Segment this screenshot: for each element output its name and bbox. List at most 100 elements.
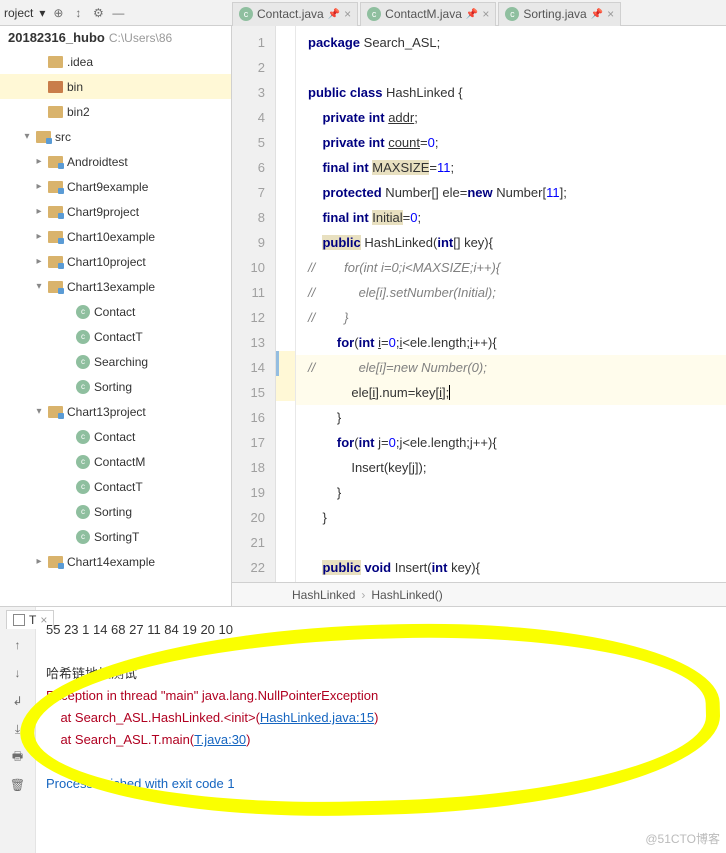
- tree-item[interactable]: cSorting: [0, 374, 231, 399]
- tree-item[interactable]: ▾ Chart13example: [0, 274, 231, 299]
- down-arrow-icon[interactable]: ↓: [10, 665, 26, 681]
- wrap-icon[interactable]: ↲: [10, 693, 26, 709]
- close-icon[interactable]: ×: [344, 7, 351, 21]
- editor-tab[interactable]: cSorting.java📌×: [498, 2, 621, 26]
- code-line[interactable]: public HashLinked(int[] key){: [296, 230, 726, 255]
- editor-tab[interactable]: cContact.java📌×: [232, 2, 358, 26]
- folder-icon: [48, 106, 63, 118]
- tree-item[interactable]: cContactT: [0, 324, 231, 349]
- code-line[interactable]: [296, 530, 726, 555]
- tree-item[interactable]: ▾src: [0, 124, 231, 149]
- tree-item[interactable]: bin2: [0, 99, 231, 124]
- chevron-icon[interactable]: ▸: [34, 181, 44, 192]
- code-line[interactable]: protected Number[] ele=new Number[11];: [296, 180, 726, 205]
- tree-item[interactable]: cContact: [0, 299, 231, 324]
- chevron-icon[interactable]: ▸: [34, 256, 44, 267]
- tree-item[interactable]: ▸ Androidtest: [0, 149, 231, 174]
- project-root[interactable]: 20182316_hubo C:\Users\86: [0, 26, 231, 49]
- tree-item[interactable]: ▸Chart9example: [0, 174, 231, 199]
- code-line[interactable]: // ele[i]=new Number(0);: [296, 355, 726, 380]
- stack-link[interactable]: HashLinked.java:15: [260, 710, 374, 725]
- close-icon[interactable]: ×: [607, 7, 614, 21]
- pin-icon[interactable]: 📌: [328, 9, 340, 20]
- breadcrumb-method[interactable]: HashLinked(): [371, 588, 442, 602]
- code-line[interactable]: [296, 55, 726, 80]
- stack-link[interactable]: T.java:30: [194, 732, 246, 747]
- project-label: roject: [4, 6, 33, 20]
- code-line[interactable]: // }: [296, 305, 726, 330]
- gear-icon[interactable]: ⚙: [91, 6, 105, 20]
- close-icon[interactable]: ×: [482, 7, 489, 21]
- code-line[interactable]: for(int i=0;i<ele.length;i++){: [296, 330, 726, 355]
- tree-label: Chart10project: [67, 255, 146, 269]
- chevron-icon[interactable]: ▸: [34, 206, 44, 217]
- pin-icon[interactable]: 📌: [591, 9, 603, 20]
- tree-item[interactable]: cContact: [0, 424, 231, 449]
- chevron-icon[interactable]: ▸: [34, 156, 44, 167]
- tree-item[interactable]: ▾ Chart13project: [0, 399, 231, 424]
- tree-item[interactable]: cSorting: [0, 499, 231, 524]
- code-line[interactable]: final int MAXSIZE=11;: [296, 155, 726, 180]
- tree-item[interactable]: cSortingT: [0, 524, 231, 549]
- tree-label: Androidtest: [67, 155, 128, 169]
- tree-label: Chart13project: [67, 405, 146, 419]
- console-line: [46, 751, 716, 773]
- code-line[interactable]: final int Initial=0;: [296, 205, 726, 230]
- code-line[interactable]: Insert(key[j]);: [296, 455, 726, 480]
- print-icon[interactable]: 🖶: [10, 749, 26, 765]
- tree-label: ContactT: [94, 480, 143, 494]
- chevron-icon[interactable]: ▸: [34, 231, 44, 242]
- console-output[interactable]: 55 23 1 14 68 27 11 84 19 20 10 哈希链地址测试 …: [36, 607, 726, 853]
- editor-tab[interactable]: cContactM.java📌×: [360, 2, 496, 26]
- project-tree: 20182316_hubo C:\Users\86 .ideabinbin2▾s…: [0, 26, 232, 606]
- tree-item[interactable]: ▸ Chart10project: [0, 249, 231, 274]
- tree-item[interactable]: ▸Chart14example: [0, 549, 231, 574]
- hide-icon[interactable]: —: [111, 6, 125, 20]
- tree-item[interactable]: bin: [0, 74, 231, 99]
- class-icon: c: [367, 7, 381, 21]
- up-arrow-icon[interactable]: ↑: [10, 637, 26, 653]
- code-line[interactable]: public void Insert(int key){: [296, 555, 726, 580]
- folder-icon: [48, 256, 63, 268]
- scroll-end-icon[interactable]: ⤓: [10, 721, 26, 737]
- breadcrumb[interactable]: HashLinked › HashLinked(): [232, 582, 726, 606]
- chevron-down-icon[interactable]: ▾: [39, 6, 45, 20]
- tree-item[interactable]: ▸Chart9project: [0, 199, 231, 224]
- chevron-icon[interactable]: ▾: [34, 281, 44, 292]
- trash-icon[interactable]: 🗑: [10, 777, 26, 793]
- chevron-icon[interactable]: ▾: [22, 131, 32, 142]
- console-error: at Search_ASL.HashLinked.<init>(HashLink…: [46, 707, 716, 729]
- code-line[interactable]: public class HashLinked {: [296, 80, 726, 105]
- run-panel: ↑ ↓ ↲ ⤓ 🖶 🗑 55 23 1 14 68 27 11 84 19 20…: [0, 606, 726, 853]
- pin-icon[interactable]: 📌: [466, 9, 478, 20]
- tree-label: Chart13example: [67, 280, 155, 294]
- code-line[interactable]: private int count=0;: [296, 130, 726, 155]
- tree-item[interactable]: ▸ Chart10example: [0, 224, 231, 249]
- code-line[interactable]: // ele[i].setNumber(Initial);: [296, 280, 726, 305]
- tree-label: Chart10example: [67, 230, 155, 244]
- code-lines[interactable]: package Search_ASL;public class HashLink…: [296, 26, 726, 582]
- tree-item[interactable]: cContactM: [0, 449, 231, 474]
- code-line[interactable]: }: [296, 480, 726, 505]
- tree-label: ContactM: [94, 455, 145, 469]
- chevron-icon[interactable]: ▸: [34, 556, 44, 567]
- code-line[interactable]: // for(int i=0;i<MAXSIZE;i++){: [296, 255, 726, 280]
- code-area[interactable]: 12345678910111213141516171819202122 pack…: [232, 26, 726, 582]
- code-line[interactable]: ele[i].num=key[i];: [296, 380, 726, 405]
- tree-item[interactable]: cSearching: [0, 349, 231, 374]
- tree-label: Contact: [94, 305, 135, 319]
- tree-item[interactable]: cContactT: [0, 474, 231, 499]
- chevron-icon[interactable]: ▾: [34, 406, 44, 417]
- code-line[interactable]: }: [296, 405, 726, 430]
- code-line[interactable]: for(int j=0;j<ele.length;j++){: [296, 430, 726, 455]
- tree-item[interactable]: .idea: [0, 49, 231, 74]
- locate-icon[interactable]: ⊕: [51, 6, 65, 20]
- console-exit: Process finished with exit code 1: [46, 773, 716, 795]
- code-line[interactable]: private int addr;: [296, 105, 726, 130]
- code-line[interactable]: }: [296, 505, 726, 530]
- collapse-icon[interactable]: ↕: [71, 6, 85, 20]
- editor-tabs: cContact.java📌×cContactM.java📌×cSorting.…: [232, 0, 623, 26]
- watermark: @51CTO博客: [645, 830, 720, 847]
- breadcrumb-class[interactable]: HashLinked: [292, 588, 355, 602]
- code-line[interactable]: package Search_ASL;: [296, 30, 726, 55]
